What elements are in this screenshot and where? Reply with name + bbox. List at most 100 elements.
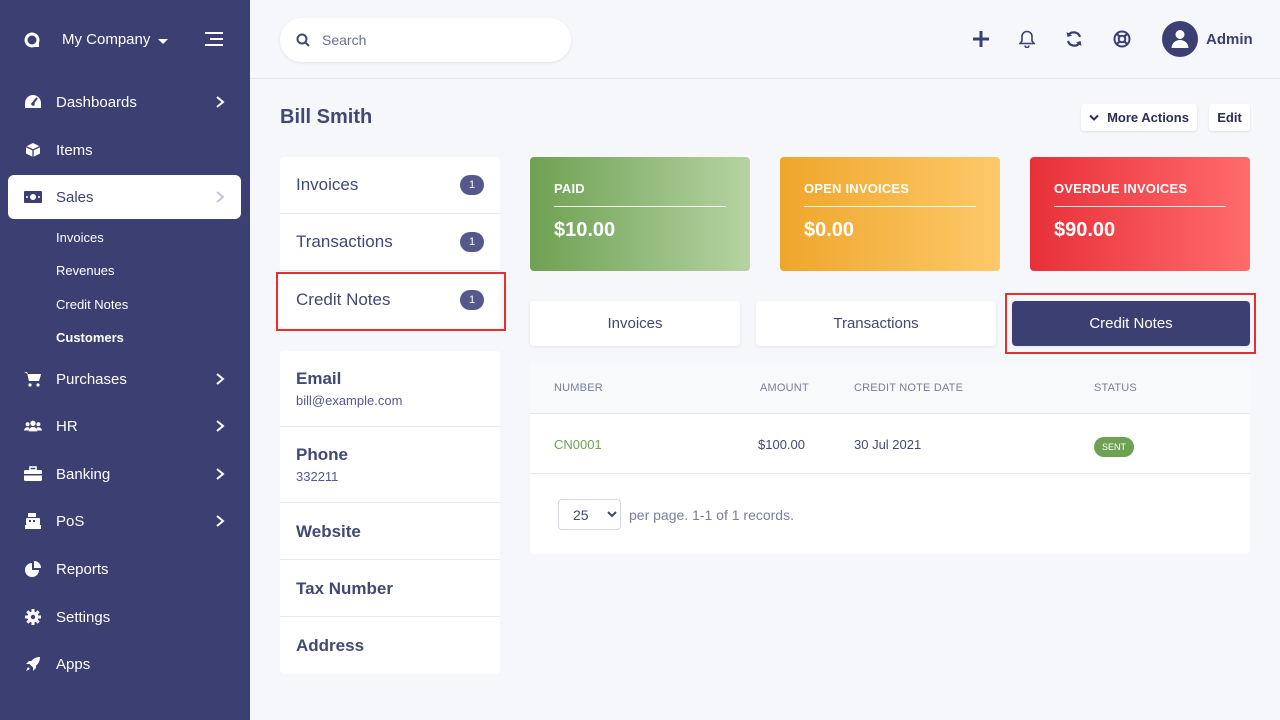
paid-card: PAID $10.00	[530, 157, 750, 271]
sidebar-subitem-customers[interactable]: Customers	[56, 330, 124, 345]
info-label: Website	[296, 522, 361, 541]
page-title: Bill Smith	[280, 106, 373, 128]
user-name[interactable]: Admin	[1206, 31, 1253, 48]
summary-invoices[interactable]: Invoices 1	[280, 157, 500, 214]
credit-note-number-link[interactable]: CN0001	[554, 437, 602, 452]
logo-icon[interactable]	[24, 32, 40, 48]
sidebar-item-label: PoS	[56, 512, 85, 530]
help-button[interactable]	[1111, 28, 1133, 50]
date-cell: 30 Jul 2021	[854, 437, 922, 452]
refresh-button[interactable]	[1063, 28, 1085, 50]
chevron-right-icon	[216, 96, 225, 108]
sidebar-item-settings[interactable]: Settings	[8, 595, 241, 639]
cash-register-icon	[24, 512, 42, 530]
sidebar-item-sales[interactable]: Sales	[8, 175, 241, 219]
chevron-right-icon	[216, 420, 225, 432]
sidebar-item-banking[interactable]: Banking	[8, 452, 241, 496]
card-label: OVERDUE INVOICES	[1054, 181, 1226, 207]
cart-icon	[24, 370, 42, 388]
sidebar-item-pos[interactable]: PoS	[8, 499, 241, 543]
search-input[interactable]	[322, 32, 542, 48]
rocket-icon	[24, 655, 42, 673]
tab-credit-notes[interactable]: Credit Notes	[1012, 301, 1250, 346]
top-bar: Admin	[250, 0, 1280, 79]
contact-tax-number: Tax Number	[280, 560, 500, 617]
sidebar-subitem-revenues[interactable]: Revenues	[56, 263, 115, 278]
contact-info-list: Email bill@example.com Phone 332211 Webs…	[280, 351, 500, 674]
per-page-select[interactable]: 25	[558, 499, 621, 530]
sidebar-item-apps[interactable]: Apps	[8, 642, 241, 686]
summary-transactions[interactable]: Transactions 1	[280, 214, 500, 271]
sidebar-item-items[interactable]: Items	[8, 128, 241, 172]
overdue-invoices-card: OVERDUE INVOICES $90.00	[1030, 157, 1250, 271]
status-badge: SENT	[1094, 437, 1135, 457]
gear-icon	[24, 608, 42, 626]
summary-credit-notes[interactable]: Credit Notes 1	[280, 271, 500, 328]
sidebar-item-label: HR	[56, 417, 78, 435]
cube-icon	[24, 141, 42, 159]
company-name: My Company	[62, 31, 151, 48]
chevron-down-icon	[1089, 114, 1099, 121]
info-label: Address	[296, 636, 365, 655]
column-header-number[interactable]: NUMBER	[554, 382, 603, 394]
tab-transactions[interactable]: Transactions	[756, 301, 996, 346]
sidebar-item-purchases[interactable]: Purchases	[8, 357, 241, 401]
user-avatar[interactable]	[1162, 21, 1198, 57]
tab-invoices[interactable]: Invoices	[530, 301, 740, 346]
sidebar: My Company Dashboards Items Sales Invoic…	[0, 0, 250, 720]
sidebar-item-dashboards[interactable]: Dashboards	[8, 80, 241, 124]
refresh-icon	[1066, 31, 1082, 47]
menu-toggle-icon[interactable]	[205, 32, 223, 46]
customer-summary-list: Invoices 1 Transactions 1 Credit Notes 1	[280, 157, 500, 328]
count-badge: 1	[460, 232, 484, 252]
company-switcher[interactable]: My Company	[62, 31, 169, 48]
chevron-right-icon	[216, 468, 225, 480]
chevron-right-icon	[216, 515, 225, 527]
caret-down-icon	[158, 38, 169, 44]
contact-email: Email bill@example.com	[280, 351, 500, 427]
contact-phone: Phone 332211	[280, 427, 500, 503]
count-badge: 1	[460, 175, 484, 195]
sidebar-header: My Company	[0, 0, 250, 80]
dashboard-icon	[24, 93, 42, 111]
column-header-date[interactable]: CREDIT NOTE DATE	[854, 382, 963, 394]
info-label: Email	[296, 369, 342, 388]
summary-label: Transactions	[296, 232, 393, 251]
table-header: NUMBER AMOUNT CREDIT NOTE DATE STATUS	[530, 363, 1250, 414]
sidebar-item-label: Reports	[56, 560, 109, 578]
contact-website: Website	[280, 503, 500, 560]
column-header-amount[interactable]: AMOUNT	[760, 382, 809, 394]
user-icon	[1171, 30, 1189, 48]
card-value: $90.00	[1054, 219, 1116, 241]
add-new-button[interactable]	[970, 28, 992, 50]
sidebar-item-reports[interactable]: Reports	[8, 547, 241, 591]
info-label: Tax Number	[296, 579, 393, 598]
sidebar-item-label: Dashboards	[56, 93, 137, 111]
notifications-button[interactable]	[1016, 28, 1038, 50]
sidebar-item-label: Settings	[56, 608, 111, 626]
sidebar-item-label: Sales	[56, 188, 94, 206]
card-value: $0.00	[804, 219, 855, 241]
chevron-right-icon	[216, 373, 225, 385]
pagination: 25 per page. 1-1 of 1 records.	[558, 499, 794, 530]
edit-button[interactable]: Edit	[1209, 104, 1250, 131]
sidebar-item-label: Purchases	[56, 370, 127, 388]
count-badge: 1	[460, 289, 484, 310]
sidebar-item-label: Apps	[56, 655, 91, 673]
card-value: $10.00	[554, 219, 616, 241]
info-value: bill@example.com	[296, 393, 403, 408]
pie-chart-icon	[24, 560, 42, 578]
sidebar-subitem-credit-notes[interactable]: Credit Notes	[56, 297, 128, 312]
sidebar-item-label: Banking	[56, 465, 111, 483]
search-box[interactable]	[280, 18, 571, 62]
plus-icon	[973, 31, 989, 47]
sidebar-item-label: Items	[56, 141, 93, 159]
column-header-status[interactable]: STATUS	[1094, 382, 1137, 394]
more-actions-button[interactable]: More Actions	[1081, 104, 1197, 131]
open-invoices-card: OPEN INVOICES $0.00	[780, 157, 1000, 271]
sidebar-subitem-invoices[interactable]: Invoices	[56, 230, 104, 245]
sidebar-item-hr[interactable]: HR	[8, 404, 241, 448]
table-row[interactable]: CN0001 $100.00 30 Jul 2021 SENT	[530, 414, 1250, 474]
briefcase-icon	[24, 465, 42, 483]
contact-address: Address	[280, 617, 500, 674]
